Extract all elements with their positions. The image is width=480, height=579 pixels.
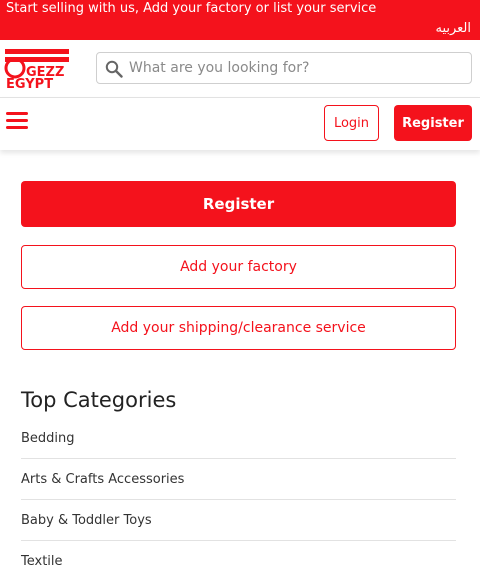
category-item-arts-crafts[interactable]: Arts & Crafts Accessories	[21, 459, 456, 500]
hamburger-menu-icon[interactable]	[6, 112, 28, 130]
login-button[interactable]: Login	[324, 105, 379, 141]
top-categories-heading: Top Categories	[21, 388, 177, 412]
search-bar[interactable]	[96, 52, 472, 84]
top-announcement-bar: Start selling with us, Add your factory …	[0, 0, 480, 40]
search-input[interactable]	[129, 55, 459, 81]
category-item-baby-toddler-toys[interactable]: Baby & Toddler Toys	[21, 500, 456, 541]
logo-text-bottom: EGYPT	[6, 77, 53, 90]
seller-promo-link[interactable]: Start selling with us, Add your factory …	[6, 1, 376, 17]
category-list: Bedding Arts & Crafts Accessories Baby &…	[21, 418, 456, 579]
header-register-button[interactable]: Register	[394, 105, 472, 141]
site-header: GEZZ EGYPT	[0, 40, 480, 98]
add-shipping-service-button[interactable]: Add your shipping/clearance service	[21, 306, 456, 350]
category-item-textile[interactable]: Textile	[21, 541, 456, 579]
language-switch-link[interactable]: العربيه	[435, 21, 471, 37]
add-factory-button[interactable]: Add your factory	[21, 245, 456, 289]
category-item-bedding[interactable]: Bedding	[21, 418, 456, 459]
search-icon	[105, 60, 123, 78]
gezz-egypt-logo[interactable]: GEZZ EGYPT	[4, 48, 70, 90]
register-button[interactable]: Register	[21, 181, 456, 227]
nav-bar: Login Register	[0, 98, 480, 150]
